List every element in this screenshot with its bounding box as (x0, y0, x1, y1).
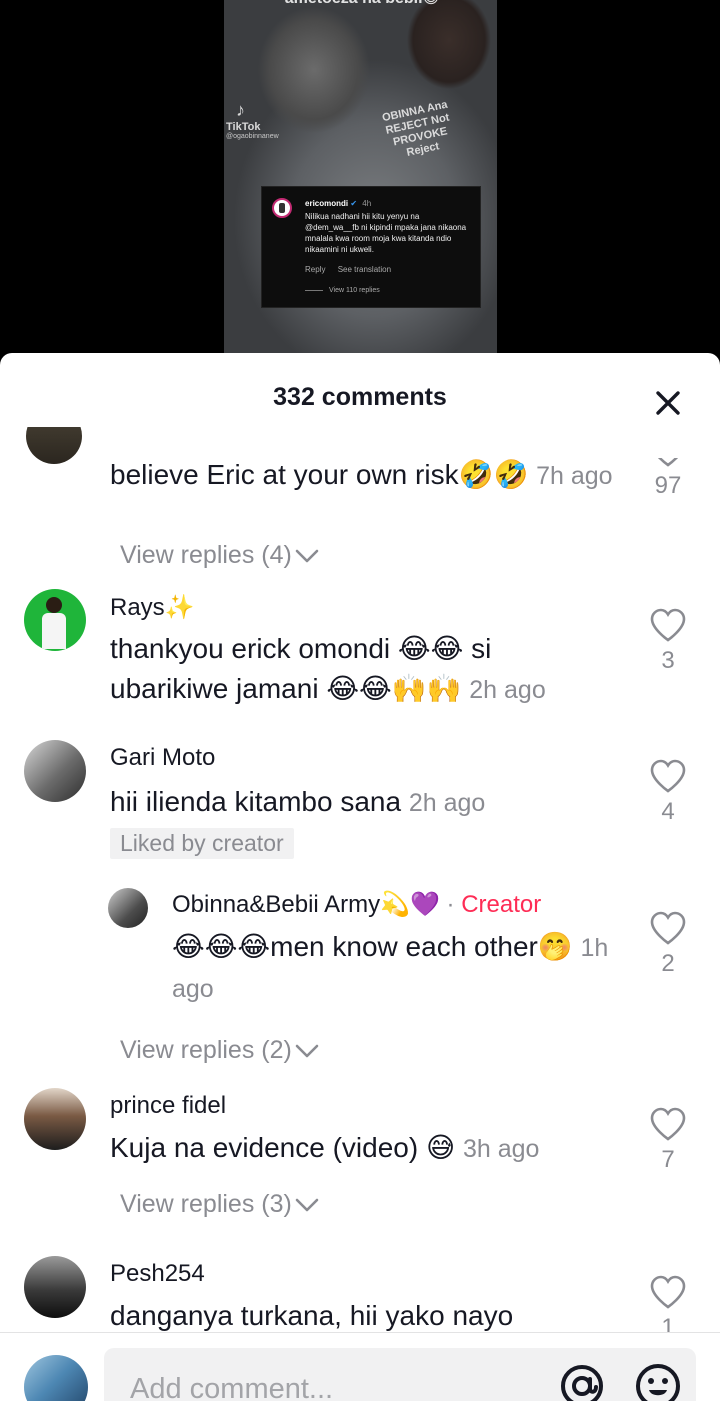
comment-time: 3h ago (462, 1135, 540, 1163)
reply-body: 😂😂😂men know each other🤭 (172, 931, 573, 962)
heart-icon (650, 759, 686, 793)
heart-icon (650, 1275, 686, 1309)
view-replies-label: View replies (2) (120, 1036, 292, 1064)
comments-sheet: 332 comments believe Eric at your own ri… (0, 353, 720, 1401)
like-button[interactable]: 97 (638, 458, 698, 500)
like-count: 3 (661, 647, 675, 674)
reply-username-text: Obinna&Bebii Army💫💜 (172, 891, 440, 918)
like-count: 2 (661, 950, 675, 977)
comment-body: thankyou erick omondi 😂😂 si ubarikiwe ja… (110, 633, 492, 704)
comment-text: Kuja na evidence (video) 😅 3h ago (110, 1128, 630, 1169)
tiktok-logo-icon: ♪ (236, 100, 245, 120)
comment-time: 2h ago (408, 789, 486, 817)
overlay-username: ericomondi ✔ 4h (305, 199, 371, 208)
avatar[interactable] (24, 1088, 86, 1150)
comment-username[interactable]: Rays✨ (110, 593, 195, 622)
comment-body: hii ilienda kitambo sana (110, 786, 402, 817)
comment-text: hii ilienda kitambo sana 2h ago (110, 782, 610, 823)
overlay-view-replies: View 110 replies (305, 287, 380, 294)
overlay-translate: See translation (337, 265, 392, 274)
comment-body: believe Eric at your own risk🤣🤣 (110, 459, 529, 490)
view-replies-button[interactable]: View replies (4) (120, 541, 320, 570)
like-button[interactable]: 1 (638, 1274, 698, 1332)
verified-badge-icon: ✔ (350, 199, 358, 208)
avatar[interactable] (26, 427, 82, 464)
comment-item: Pesh254 danganya turkana, hii yako nayo … (0, 1254, 720, 1332)
overlay-time: 4h (362, 199, 372, 208)
emoji-icon[interactable] (634, 1362, 682, 1401)
comment-username[interactable]: Gari Moto (110, 744, 215, 772)
like-button[interactable]: 3 (638, 607, 698, 675)
chevron-down-icon (295, 550, 319, 563)
video-frame[interactable]: ametoeza na bebii😅 ♪ TikTok @ogaobinnane… (224, 0, 497, 360)
heart-icon (650, 911, 686, 945)
heart-icon (638, 458, 698, 468)
close-button[interactable] (648, 383, 688, 423)
view-replies-button[interactable]: View replies (2) (120, 1036, 320, 1065)
reply-separator: · (439, 891, 462, 918)
reply-like-button[interactable]: 2 (638, 910, 698, 978)
like-button[interactable]: 4 (638, 758, 698, 826)
chevron-down-icon (295, 1045, 319, 1058)
shirt-text: OBINNA Ana REJECT Not PROVOKE Reject (381, 98, 451, 159)
view-replies-button[interactable]: View replies (3) (120, 1190, 320, 1219)
current-user-avatar[interactable] (24, 1355, 88, 1401)
overlay-username-text: ericomondi (305, 199, 349, 208)
comment-body: danganya turkana, hii yako nayo (110, 1300, 514, 1331)
tiktok-watermark: ♪ TikTok @ogaobinnanew (226, 100, 279, 140)
avatar[interactable] (24, 1256, 86, 1318)
avatar[interactable] (24, 740, 86, 802)
overlay-avatar (272, 198, 292, 218)
at-icon[interactable] (558, 1362, 606, 1401)
close-icon (656, 391, 680, 415)
reply-avatar[interactable] (108, 888, 148, 928)
overlay-actions: Reply See translation (305, 265, 401, 274)
chevron-down-icon (295, 1199, 319, 1212)
view-replies-label: View replies (4) (120, 541, 292, 569)
watermark-handle: @ogaobinnanew (226, 133, 279, 140)
comment-composer (0, 1332, 720, 1401)
comment-text: danganya turkana, hii yako nayo (110, 1296, 630, 1332)
comment-time: 2h ago (469, 676, 546, 704)
comment-text: thankyou erick omondi 😂😂 si ubarikiwe ja… (110, 629, 610, 710)
like-count: 1 (661, 1314, 675, 1332)
sheet-header: 332 comments (0, 353, 720, 427)
creator-tag: Creator (461, 891, 542, 918)
video-caption: ametoeza na bebii😅 (282, 0, 442, 8)
comment-item: Gari Moto hii ilienda kitambo sana 2h ag… (0, 738, 720, 1068)
comment-text: believe Eric at your own risk🤣🤣 7h ago (110, 455, 630, 496)
comment-time: 7h ago (536, 462, 613, 490)
comment-item: believe Eric at your own risk🤣🤣 7h ago 9… (0, 427, 720, 573)
comment-input[interactable] (128, 1368, 532, 1401)
avatar[interactable] (24, 589, 86, 651)
reply-text: 😂😂😂men know each other🤭 1h ago (172, 927, 632, 1009)
like-count: 97 (654, 472, 682, 499)
overlay-reply: Reply (305, 265, 326, 274)
overlay-comment-text: Nilikua nadhani hii kitu yenyu na @dem_w… (305, 212, 467, 254)
like-count: 4 (661, 798, 675, 825)
comment-item: Rays✨ thankyou erick omondi 😂😂 si ubarik… (0, 587, 720, 717)
comment-item: prince fidel Kuja na evidence (video) 😅 … (0, 1086, 720, 1236)
comment-username[interactable]: prince fidel (110, 1092, 226, 1120)
video-player[interactable]: ametoeza na bebii😅 ♪ TikTok @ogaobinnane… (0, 0, 720, 360)
watermark-brand: TikTok (226, 121, 261, 133)
liked-by-creator-badge: Liked by creator (110, 828, 294, 859)
comment-input-box[interactable] (104, 1348, 696, 1401)
comment-count-title: 332 comments (273, 383, 447, 411)
like-count: 7 (661, 1146, 675, 1173)
overlay-comment-card: ericomondi ✔ 4h Nilikua nadhani hii kitu… (261, 186, 481, 308)
heart-icon (650, 1107, 686, 1141)
comment-username[interactable]: Pesh254 (110, 1260, 205, 1288)
like-button[interactable]: 7 (638, 1106, 698, 1174)
heart-icon (650, 608, 686, 642)
comment-body: Kuja na evidence (video) 😅 (110, 1132, 456, 1163)
reply-username[interactable]: Obinna&Bebii Army💫💜 · Creator (172, 890, 541, 919)
comments-list[interactable]: believe Eric at your own risk🤣🤣 7h ago 9… (0, 427, 720, 1332)
view-replies-label: View replies (3) (120, 1190, 292, 1218)
